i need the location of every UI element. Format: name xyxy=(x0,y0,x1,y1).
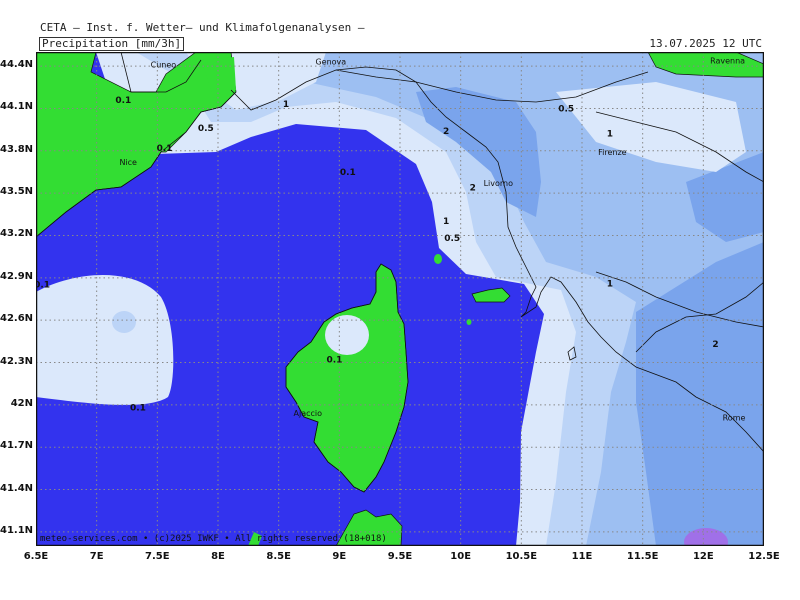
latitude-tick-label: 44.4N xyxy=(0,59,34,71)
longitude-tick-label: 11E xyxy=(571,551,593,562)
forecast-date: 13.07.2025 12 UTC xyxy=(649,37,762,50)
city-label-cuneo: Cuneo xyxy=(151,61,177,70)
latitude-tick-label: 42N xyxy=(10,397,33,409)
footer-copyright: meteo-services.com • (c)2025 IWKF • All … xyxy=(40,534,387,544)
city-label-livorno: Livorno xyxy=(484,179,514,188)
longitude-tick-label: 8E xyxy=(211,551,225,562)
longitude-tick-label: 12E xyxy=(692,551,714,562)
contour-label: 1 xyxy=(283,100,289,110)
longitude-tick-label: 9.5E xyxy=(387,551,413,562)
contour-label: 2 xyxy=(712,340,718,350)
precipitation-map: 0.1 1 0.5 1 0.5 2 0.1 0.1 2 1 0.5 1 0.1 2 0.1 0.1 Cuneo… xyxy=(36,52,764,546)
organization-header: CETA — Inst. f. Wetter— und Klimafolgena… xyxy=(40,21,365,34)
contour-label: 0.1 xyxy=(327,356,343,366)
longitude-tick-label: 6.5E xyxy=(23,551,49,562)
contour-label: 0.1 xyxy=(130,404,146,414)
city-label-firenze: Firenze xyxy=(598,148,627,157)
latitude-tick-label: 41.7N xyxy=(0,440,34,452)
latitude-tick-label: 43.8N xyxy=(0,143,34,155)
longitude-tick-label: 12.5E xyxy=(748,551,780,562)
city-label-rome: Rome xyxy=(723,413,746,422)
latitude-tick-label: 41.1N xyxy=(0,524,34,536)
contour-label: 2 xyxy=(443,127,449,137)
precip-core-west xyxy=(112,311,136,333)
contour-label: 0.1 xyxy=(36,281,50,291)
latitude-tick-label: 42.6N xyxy=(0,313,34,325)
longitude-tick-label: 11.5E xyxy=(626,551,659,562)
latitude-tick-label: 42.3N xyxy=(0,355,34,367)
map-title: Precipitation [mm/3h] xyxy=(39,37,185,51)
longitude-tick-label: 10.5E xyxy=(505,551,538,562)
latitude-tick-label: 44.1N xyxy=(0,101,34,113)
contour-label: 2 xyxy=(470,183,476,193)
contour-label: 1 xyxy=(443,217,449,227)
longitude-tick-label: 7.5E xyxy=(145,551,170,562)
latitude-tick-label: 41.4N xyxy=(0,482,34,494)
contour-label: 0.1 xyxy=(115,96,131,106)
contour-label: 0.1 xyxy=(157,144,173,154)
contour-label: 0.5 xyxy=(198,124,214,134)
longitude-tick-label: 7E xyxy=(89,551,104,562)
map-canvas: 0.1 1 0.5 1 0.5 2 0.1 0.1 2 1 0.5 1 0.1 2 0.1 0.1 Cuneo… xyxy=(36,52,764,546)
city-label-nice: Nice xyxy=(119,158,137,167)
land-capraia xyxy=(434,254,442,264)
precip-spot-corsica xyxy=(325,315,369,355)
latitude-tick-label: 42.9N xyxy=(0,270,34,282)
city-label-genova: Genova xyxy=(315,58,346,67)
latitude-tick-label: 43.5N xyxy=(0,186,34,198)
contour-label: 0.5 xyxy=(558,104,574,114)
contour-label: 1 xyxy=(607,279,613,289)
contour-label: 0.1 xyxy=(340,168,356,178)
longitude-tick-label: 8.5E xyxy=(266,551,291,562)
precip-band-west-of-corsica xyxy=(36,274,174,405)
contour-label: 1 xyxy=(607,130,613,140)
city-label-ajaccio: Ajaccio xyxy=(294,409,323,418)
contour-label: 0.5 xyxy=(444,234,460,244)
city-label-ravenna: Ravenna xyxy=(710,56,745,65)
longitude-tick-label: 9E xyxy=(332,551,347,562)
latitude-tick-label: 43.2N xyxy=(0,228,34,240)
longitude-tick-label: 10E xyxy=(450,551,472,562)
